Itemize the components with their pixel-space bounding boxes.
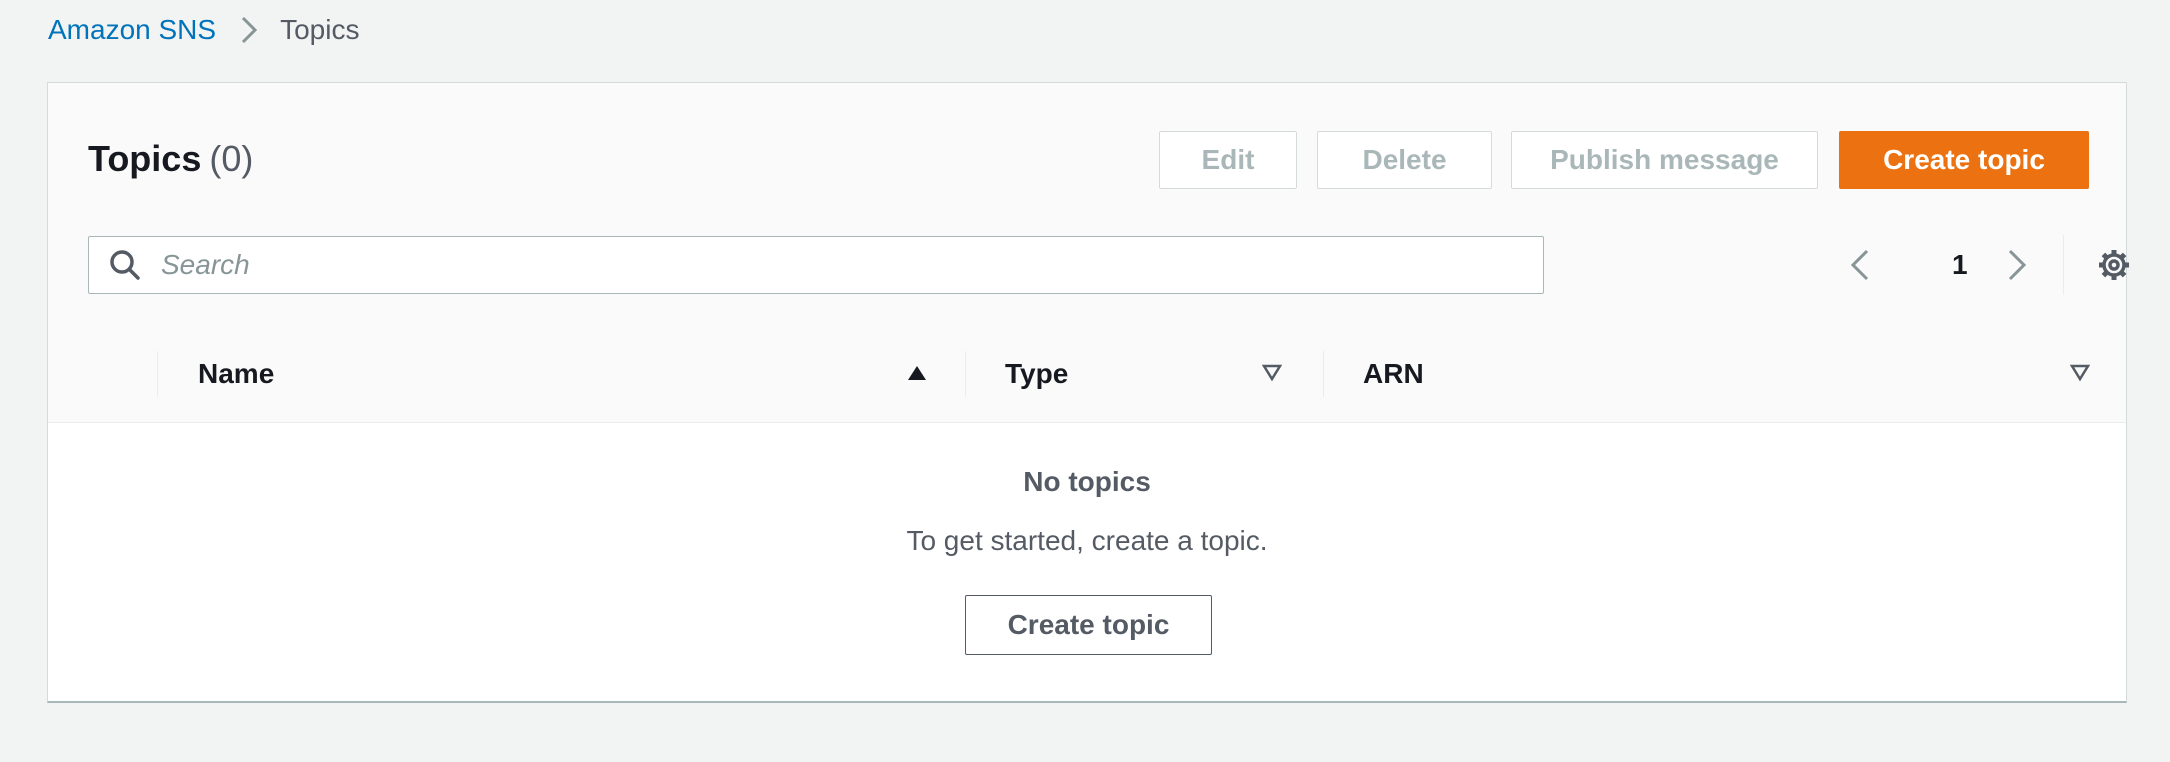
- topics-table-panel: Topics (0) Edit Delete Publish message Cr…: [47, 82, 2129, 703]
- column-label-name: Name: [198, 357, 275, 389]
- chevron-right-icon: [240, 15, 258, 45]
- next-page-button[interactable]: [2005, 236, 2029, 294]
- search-input[interactable]: [159, 248, 1513, 282]
- panel-header: Topics (0) Edit Delete Publish message Cr…: [48, 83, 2129, 326]
- search-icon: [109, 249, 141, 281]
- breadcrumb-link-amazon-sns[interactable]: Amazon SNS: [48, 14, 216, 46]
- pager-divider: [2063, 235, 2064, 295]
- sort-descending-icon: [2069, 364, 2091, 382]
- page-number-1[interactable]: 1: [1952, 236, 1968, 294]
- search-box: [88, 236, 1544, 294]
- create-topic-button[interactable]: Create topic: [1839, 131, 2089, 189]
- publish-message-button[interactable]: Publish message: [1511, 131, 1818, 189]
- page-title: Topics (0): [88, 138, 253, 180]
- column-header-arn[interactable]: ARN: [1363, 325, 2103, 422]
- column-header-name[interactable]: Name: [198, 325, 1008, 422]
- delete-button[interactable]: Delete: [1317, 131, 1492, 189]
- empty-state-description: To get started, create a topic.: [906, 525, 1268, 556]
- edit-button[interactable]: Edit: [1159, 131, 1297, 189]
- empty-state-create-topic-button[interactable]: Create topic: [965, 595, 1212, 655]
- column-divider: [1323, 351, 1324, 397]
- sort-descending-icon: [1261, 364, 1283, 382]
- breadcrumb-current-topics: Topics: [280, 14, 360, 45]
- column-divider: [965, 351, 966, 397]
- gear-icon[interactable]: [2096, 247, 2132, 288]
- breadcrumb: Amazon SNS Topics: [48, 10, 359, 50]
- column-header-type[interactable]: Type: [1005, 325, 1345, 422]
- column-label-arn: ARN: [1363, 357, 1424, 389]
- column-label-type: Type: [1005, 357, 1069, 389]
- topic-count: (0): [209, 138, 254, 179]
- sort-ascending-icon: [908, 366, 926, 380]
- title-text: Topics: [88, 138, 202, 179]
- previous-page-button[interactable]: [1848, 236, 1872, 294]
- table-header: Name Type ARN: [48, 325, 2126, 423]
- empty-state-title: No topics: [1023, 466, 1151, 497]
- column-divider: [157, 351, 158, 397]
